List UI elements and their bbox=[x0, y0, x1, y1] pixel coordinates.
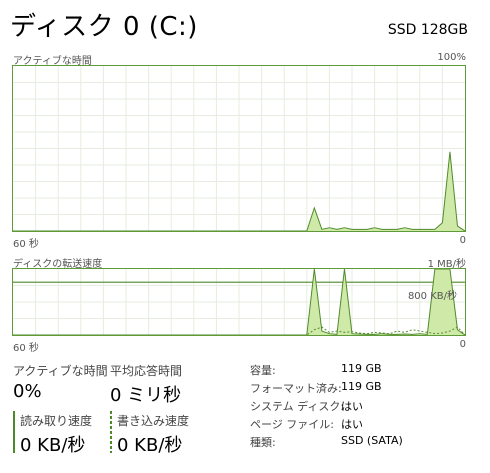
prop-value: はい bbox=[341, 400, 363, 413]
prop-row-system-disk: システム ディスク: はい bbox=[250, 398, 490, 416]
transfer-reference-label: 800 KB/秒 bbox=[407, 291, 457, 302]
prop-row-page-file: ページ ファイル: はい bbox=[250, 416, 490, 434]
read-speed-value: 0 KB/秒 bbox=[20, 435, 86, 456]
transfer-chart-svg bbox=[13, 269, 465, 335]
read-speed-label: 読み取り速度 bbox=[20, 414, 93, 428]
avg-response-label: 平均応答時間 bbox=[110, 364, 183, 378]
prop-value: 119 GB bbox=[341, 362, 382, 375]
transfer-chart-x-right: 0 bbox=[459, 339, 466, 350]
activity-chart bbox=[12, 65, 466, 232]
prop-key: 容量: bbox=[250, 364, 276, 377]
prop-key: ページ ファイル: bbox=[250, 418, 334, 431]
prop-row-capacity: 容量: 119 GB bbox=[250, 362, 490, 380]
activity-chart-x-left: 60 秒 bbox=[13, 239, 39, 250]
prop-key: システム ディスク: bbox=[250, 400, 345, 413]
active-time-label: アクティブな時間 bbox=[13, 364, 108, 378]
avg-response-value: 0 ミリ秒 bbox=[110, 385, 182, 406]
activity-chart-svg bbox=[13, 66, 465, 231]
prop-row-type: 種類: SSD (SATA) bbox=[250, 434, 490, 452]
prop-key: フォーマット済み: bbox=[250, 382, 342, 395]
active-time-value: 0% bbox=[13, 381, 42, 402]
prop-key: 種類: bbox=[250, 436, 276, 449]
transfer-chart: 800 KB/秒 bbox=[12, 268, 466, 336]
prop-value: はい bbox=[341, 418, 363, 431]
activity-chart-max-label: 100% bbox=[437, 52, 466, 63]
write-speed-value: 0 KB/秒 bbox=[117, 435, 183, 456]
disk-model: SSD 128GB bbox=[387, 22, 468, 38]
read-speed-indicator bbox=[13, 411, 15, 453]
prop-row-formatted: フォーマット済み: 119 GB bbox=[250, 380, 490, 398]
prop-value: SSD (SATA) bbox=[341, 434, 403, 447]
prop-value: 119 GB bbox=[341, 380, 382, 393]
activity-chart-x-right: 0 bbox=[459, 235, 466, 246]
write-speed-label: 書き込み速度 bbox=[117, 414, 190, 428]
disk-title: ディスク 0 (C:) bbox=[10, 12, 198, 42]
write-speed-indicator bbox=[110, 411, 112, 453]
transfer-chart-x-left: 60 秒 bbox=[13, 343, 39, 354]
